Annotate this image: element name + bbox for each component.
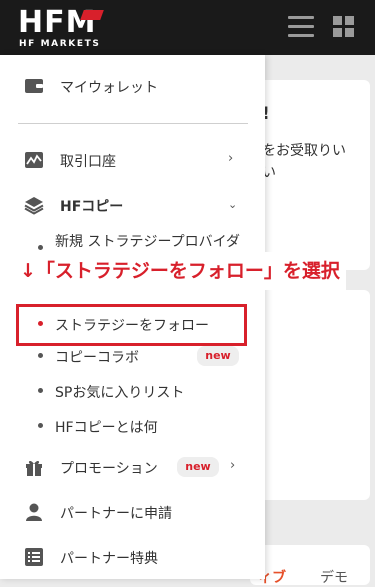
background-text-4: デモ	[320, 570, 348, 586]
background-card-middle	[250, 290, 370, 500]
logo-sub-text: HF MARKETS	[19, 39, 101, 49]
bullet-icon	[38, 388, 43, 393]
background-card-top: ! をお受取りい い	[250, 80, 370, 270]
chevron-right-icon: ›	[230, 458, 236, 473]
menu-item-wallet[interactable]: マイウォレット	[0, 68, 265, 104]
menu-item-trading-account[interactable]: 取引口座 ›	[0, 142, 265, 178]
background-card-bottom: ィブ デモ	[250, 545, 370, 586]
menu-item-label: マイウォレット	[60, 80, 158, 96]
submenu-item-label: HFコピーとは何	[55, 420, 158, 436]
person-icon	[26, 503, 42, 521]
submenu-item-label: SPお気に入りリスト	[55, 385, 185, 401]
menu-item-label: 取引口座	[60, 154, 116, 170]
new-badge: new	[177, 457, 219, 477]
chevron-down-icon: ⌄	[228, 198, 238, 211]
menu-item-label: HFコピー	[60, 199, 124, 215]
chart-icon	[25, 152, 43, 168]
app-header: HFM HF MARKETS	[0, 0, 375, 55]
menu-divider	[18, 123, 248, 124]
wallet-icon	[25, 79, 43, 93]
submenu-item-sp-favorites[interactable]: SPお気に入りリスト	[0, 377, 265, 407]
submenu-item-label: 新規 ストラテジープロバイダ	[55, 234, 241, 250]
bullet-icon	[38, 423, 43, 428]
submenu-item-what-is-hfcopy[interactable]: HFコピーとは何	[0, 412, 265, 442]
grid-icon[interactable]	[333, 16, 355, 38]
new-badge: new	[197, 346, 239, 366]
menu-item-label: パートナーに申請	[60, 506, 172, 522]
bullet-icon	[38, 353, 43, 358]
highlight-box	[16, 304, 247, 346]
menu-item-label: パートナー特典	[60, 551, 158, 567]
chevron-right-icon: ›	[228, 151, 234, 166]
layers-icon	[24, 197, 44, 215]
list-icon	[25, 548, 43, 566]
submenu-item-copy-collab[interactable]: コピーコラボ new	[0, 342, 265, 372]
submenu-item-label: コピーコラボ	[55, 350, 139, 366]
menu-item-hfcopy[interactable]: HFコピー ⌄	[0, 187, 265, 223]
menu-item-promotion[interactable]: プロモーション new ›	[0, 449, 265, 485]
gift-icon	[26, 460, 42, 476]
logo-accent	[80, 10, 104, 20]
hamburger-icon[interactable]	[288, 16, 314, 38]
background-text-1: をお受取りい	[262, 143, 346, 159]
hfm-logo[interactable]: HFM HF MARKETS	[18, 6, 108, 52]
menu-item-partner-apply[interactable]: パートナーに申請	[0, 494, 265, 530]
menu-item-label: プロモーション	[60, 461, 158, 477]
menu-item-partner-benefits[interactable]: パートナー特典	[0, 539, 265, 575]
instruction-annotation: ↓「ストラテジーをフォロー」を選択	[16, 252, 346, 290]
bullet-icon	[38, 245, 43, 250]
